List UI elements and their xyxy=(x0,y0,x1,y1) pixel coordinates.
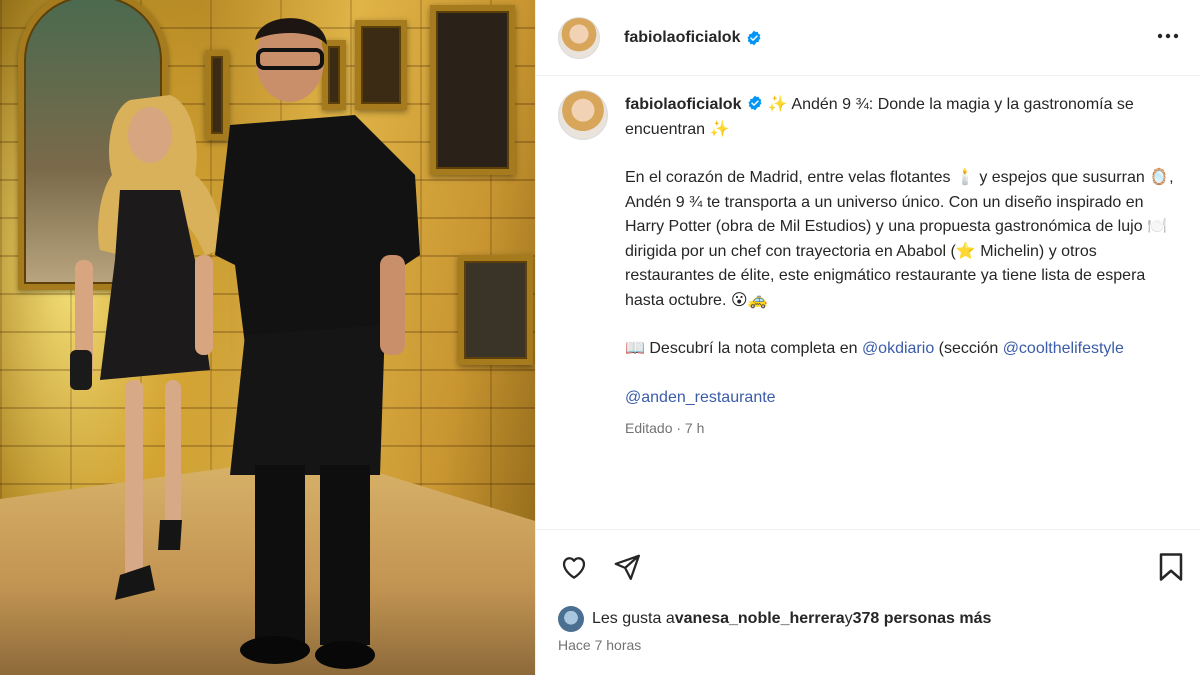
share-icon[interactable] xyxy=(612,552,642,582)
likes-prefix: Les gusta a xyxy=(592,610,675,627)
heart-icon[interactable] xyxy=(558,552,590,582)
caption-note-prefix: 📖 Descubrí la nota completa en xyxy=(625,340,862,357)
post-header: fabiolaoficialok xyxy=(536,0,1200,76)
caption-username[interactable]: fabiolaoficialok xyxy=(625,96,741,113)
verified-badge-icon xyxy=(747,30,762,45)
caption-text: fabiolaoficialok ✨ Andén 9 ¾: Donde la m… xyxy=(625,93,1180,441)
wall-frame xyxy=(458,255,533,365)
chef-figure xyxy=(215,18,420,669)
caption-author-avatar[interactable] xyxy=(558,90,608,140)
woman-figure xyxy=(70,95,222,600)
mention-coolthelifestyle[interactable]: @coolthelifestyle xyxy=(1003,340,1124,357)
post-time: Hace 7 horas xyxy=(558,637,642,653)
edited-timestamp: Editado · 7 h xyxy=(625,420,705,436)
liker-username[interactable]: vanesa_noble_herrera xyxy=(675,610,845,628)
caption-note-middle: (sección xyxy=(934,340,1003,357)
author-username[interactable]: fabiolaoficialok xyxy=(624,29,740,47)
bookmark-icon[interactable] xyxy=(1158,552,1184,582)
author-avatar[interactable] xyxy=(558,16,600,59)
verified-badge-icon xyxy=(748,95,763,111)
likes-summary: Les gusta a vanesa_noble_herrera y 378 p… xyxy=(558,606,991,632)
liker-avatar[interactable] xyxy=(558,606,584,632)
likes-count[interactable]: 378 personas más xyxy=(853,610,992,628)
mention-okdiario[interactable]: @okdiario xyxy=(862,340,934,357)
post-actions: Les gusta a vanesa_noble_herrera y 378 p… xyxy=(536,529,1200,675)
caption-body: En el corazón de Madrid, entre velas flo… xyxy=(625,169,1174,309)
post-photo[interactable] xyxy=(0,0,535,675)
mention-anden-restaurante[interactable]: @anden_restaurante xyxy=(625,389,776,406)
likes-middle: y xyxy=(844,610,853,627)
post-panel: fabiolaoficialok fabiolaoficialok ✨ Andé… xyxy=(535,0,1200,675)
wall-frame xyxy=(430,5,515,175)
more-options-icon[interactable] xyxy=(1155,26,1181,46)
